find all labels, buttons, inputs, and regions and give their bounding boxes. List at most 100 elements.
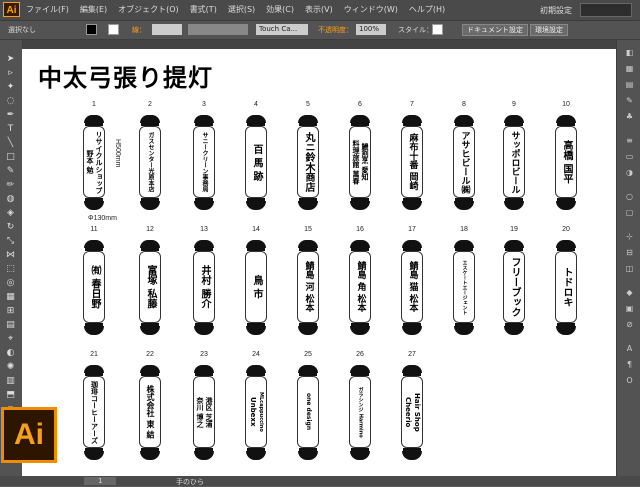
transparency-panel-icon[interactable]: ◑ bbox=[624, 168, 635, 177]
lantern-bottom-cap bbox=[84, 201, 104, 210]
stroke-panel-icon[interactable]: ≡ bbox=[624, 136, 635, 145]
lantern-19[interactable]: 19 フリーブック bbox=[503, 226, 525, 335]
stroke-weight-dropdown[interactable] bbox=[152, 24, 182, 35]
lantern-13[interactable]: 13 井村 勝介 bbox=[193, 226, 215, 335]
color-guide-panel-icon[interactable]: ▦ bbox=[624, 64, 635, 73]
preferences-button[interactable]: 環境設定 bbox=[530, 24, 568, 36]
paragraph-panel-icon[interactable]: ¶ bbox=[624, 360, 635, 369]
lantern-21[interactable]: 21 珈琲コーヒーアーズ bbox=[83, 351, 105, 460]
selection-tool-icon[interactable]: ➤ bbox=[5, 54, 16, 65]
artboards-panel-icon[interactable]: ▣ bbox=[624, 304, 635, 313]
stroke-label[interactable]: 線： bbox=[132, 25, 146, 35]
shape-builder-tool-icon[interactable]: ◎ bbox=[5, 278, 16, 289]
stroke-swatch[interactable] bbox=[108, 24, 119, 35]
artboard[interactable]: 中太弓張り提灯 1 リサイクルショップ 野本 勉 2 ガスセンター光原本店 3 サニークリー… bbox=[22, 49, 616, 476]
layers-panel-icon[interactable]: ◆ bbox=[624, 288, 635, 297]
lantern-14[interactable]: 14 鳥 市 bbox=[245, 226, 267, 335]
lantern-20[interactable]: 20 トドロキ bbox=[555, 226, 577, 335]
opentype-panel-icon[interactable]: O bbox=[624, 376, 635, 385]
menu-type[interactable]: 書式(T) bbox=[190, 0, 217, 20]
document-setup-button[interactable]: ドキュメント設定 bbox=[462, 24, 528, 36]
appearance-panel-icon[interactable]: ○ bbox=[624, 192, 635, 201]
color-panel-icon[interactable]: ◧ bbox=[624, 48, 635, 57]
brush-dropdown[interactable]: Touch Ca... bbox=[256, 24, 308, 35]
lantern-8[interactable]: 8 アサヒビール㈱ bbox=[453, 101, 475, 210]
line-tool-icon[interactable]: ╲ bbox=[5, 138, 16, 149]
blob-brush-tool-icon[interactable]: ◍ bbox=[5, 194, 16, 205]
menu-edit[interactable]: 編集(E) bbox=[80, 0, 107, 20]
workspace-switcher[interactable]: 初期設定 bbox=[540, 5, 572, 16]
lantern-9[interactable]: 9 サッポロビール bbox=[503, 101, 525, 210]
lantern-4[interactable]: 4 百 馬 跡 bbox=[245, 101, 267, 210]
symbol-sprayer-tool-icon[interactable]: ✺ bbox=[5, 362, 16, 373]
menu-window[interactable]: ウィンドウ(W) bbox=[344, 0, 398, 20]
align-panel-icon[interactable]: ⊟ bbox=[624, 248, 635, 257]
type-tool-icon[interactable]: T bbox=[5, 124, 16, 135]
variable-width-dropdown[interactable] bbox=[188, 24, 248, 35]
lantern-12[interactable]: 12 富塚 私藤 bbox=[139, 226, 161, 335]
lantern-27[interactable]: 27 Hair Shop Cheerio bbox=[401, 351, 423, 460]
mesh-tool-icon[interactable]: ⊞ bbox=[5, 306, 16, 317]
pathfinder-panel-icon[interactable]: ◫ bbox=[624, 264, 635, 273]
graphic-styles-panel-icon[interactable]: ▢ bbox=[624, 208, 635, 217]
style-swatch[interactable] bbox=[432, 24, 443, 35]
symbols-panel-icon[interactable]: ♣ bbox=[624, 112, 635, 121]
lantern-top-cap bbox=[504, 115, 524, 123]
lantern-26[interactable]: 26 ガラシンジ Harmino bbox=[349, 351, 371, 460]
rotate-tool-icon[interactable]: ↻ bbox=[5, 222, 16, 233]
free-transform-tool-icon[interactable]: ⬚ bbox=[5, 264, 16, 275]
brushes-panel-icon[interactable]: ✎ bbox=[624, 96, 635, 105]
menu-object[interactable]: オブジェクト(O) bbox=[118, 0, 179, 20]
width-tool-icon[interactable]: ⋈ bbox=[5, 250, 16, 261]
menu-select[interactable]: 選択(S) bbox=[228, 0, 255, 20]
document-tab-bar[interactable] bbox=[22, 40, 616, 49]
lantern-17[interactable]: 17 鯖島 猫 松本 bbox=[401, 226, 423, 335]
blend-tool-icon[interactable]: ◐ bbox=[5, 348, 16, 359]
lantern-3[interactable]: 3 サニークリーン事務局 bbox=[193, 101, 215, 210]
lantern-25[interactable]: 25 one design bbox=[297, 351, 319, 460]
menu-view[interactable]: 表示(V) bbox=[305, 0, 333, 20]
menu-effect[interactable]: 効果(C) bbox=[266, 0, 294, 20]
gradient-panel-icon[interactable]: ▭ bbox=[624, 152, 635, 161]
transform-panel-icon[interactable]: ⊹ bbox=[624, 232, 635, 241]
scale-tool-icon[interactable]: ⤡ bbox=[5, 236, 16, 247]
rectangle-tool-icon[interactable]: □ bbox=[5, 152, 16, 163]
gradient-tool-icon[interactable]: ▤ bbox=[5, 320, 16, 331]
swatches-panel-icon[interactable]: ▤ bbox=[624, 80, 635, 89]
lantern-15[interactable]: 15 鯖島 河 松本 bbox=[297, 226, 319, 335]
fill-swatch[interactable] bbox=[86, 24, 97, 35]
artboard-navigator[interactable]: 1 bbox=[84, 477, 117, 485]
magic-wand-tool-icon[interactable]: ✦ bbox=[5, 82, 16, 93]
lantern-5[interactable]: 5 丸ニ鈴木商店 bbox=[297, 101, 319, 210]
lantern-11[interactable]: 11 ㈲ 春日野 bbox=[83, 226, 105, 335]
graph-tool-icon[interactable]: ▥ bbox=[5, 376, 16, 387]
direct-selection-tool-icon[interactable]: ▹ bbox=[5, 68, 16, 79]
opacity-label[interactable]: 不透明度： bbox=[318, 25, 353, 35]
lantern-2[interactable]: 2 ガスセンター光原本店 bbox=[139, 101, 161, 210]
lantern-16[interactable]: 16 鯖島 角 松本 bbox=[349, 226, 371, 335]
eyedropper-tool-icon[interactable]: ⌖ bbox=[5, 334, 16, 345]
menu-list: ファイル(F) 編集(E) オブジェクト(O) 書式(T) 選択(S) 効果(C… bbox=[26, 0, 456, 20]
search-field[interactable] bbox=[580, 3, 632, 17]
lantern-1[interactable]: 1 リサイクルショップ 野本 勉 bbox=[83, 101, 105, 210]
app-icon[interactable]: Ai bbox=[3, 2, 20, 17]
lantern-7[interactable]: 7 麻布十番 岡崎 bbox=[401, 101, 423, 210]
lantern-18[interactable]: 18 エスケートエージェント bbox=[453, 226, 475, 335]
lantern-23[interactable]: 23 港区 芝浦 奈川 博之 bbox=[193, 351, 215, 460]
artboard-tool-icon[interactable]: ⬒ bbox=[5, 390, 16, 401]
opacity-field[interactable]: 100% bbox=[356, 24, 386, 35]
lantern-24[interactable]: 24 MLcappuccino Unbexx bbox=[245, 351, 267, 460]
lantern-10[interactable]: 10 高橋 国平 bbox=[555, 101, 577, 210]
pen-tool-icon[interactable]: ✒ bbox=[5, 110, 16, 121]
lantern-6[interactable]: 6 鰻割烹 愛知 料理旅館 萬春 bbox=[349, 101, 371, 210]
menu-file[interactable]: ファイル(F) bbox=[26, 0, 69, 20]
eraser-tool-icon[interactable]: ◈ bbox=[5, 208, 16, 219]
pencil-tool-icon[interactable]: ✏ bbox=[5, 180, 16, 191]
perspective-grid-tool-icon[interactable]: ▦ bbox=[5, 292, 16, 303]
lantern-22[interactable]: 22 株式会社 東 結 bbox=[139, 351, 161, 460]
character-panel-icon[interactable]: A bbox=[624, 344, 635, 353]
lasso-tool-icon[interactable]: ◌ bbox=[5, 96, 16, 107]
paintbrush-tool-icon[interactable]: ✎ bbox=[5, 166, 16, 177]
links-panel-icon[interactable]: ⊘ bbox=[624, 320, 635, 329]
menu-help[interactable]: ヘルプ(H) bbox=[409, 0, 445, 20]
